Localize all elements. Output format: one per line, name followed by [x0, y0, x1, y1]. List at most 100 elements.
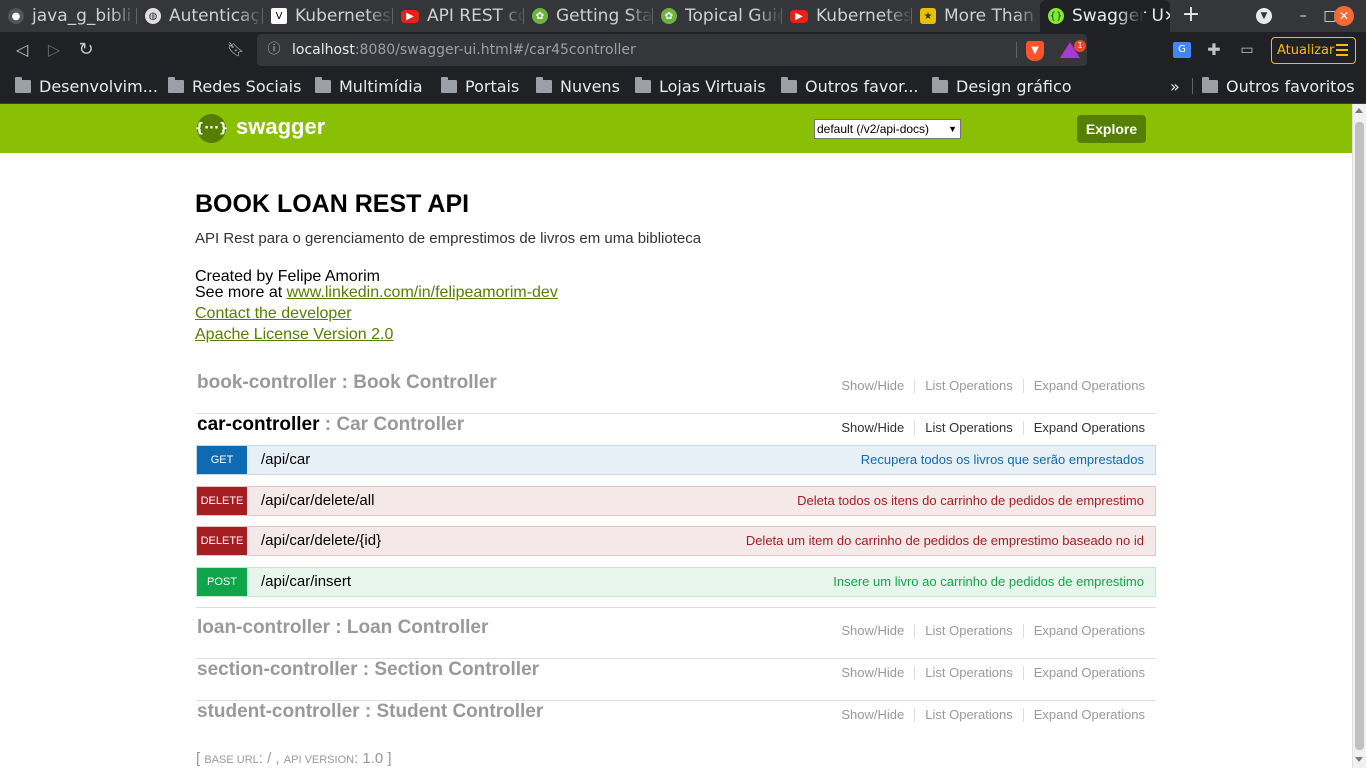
resource-operations: Show/Hide List Operations Expand Operati… — [831, 665, 1145, 680]
endpoint-summary[interactable]: Recupera todos os livros que serão empre… — [861, 452, 1144, 467]
bookmark-redes-sociais[interactable]: Redes Sociais — [168, 76, 301, 96]
wallet-icon[interactable]: ▭ — [1237, 40, 1257, 60]
tab-topical-guide[interactable]: ✿ Topical Guid — [653, 0, 782, 32]
bookmark-multimidia[interactable]: Multimídia — [315, 76, 423, 96]
rewards-badge: 1 — [1074, 40, 1086, 52]
expand-operations-link[interactable]: Expand Operations — [1024, 707, 1145, 722]
linkedin-link[interactable]: www.linkedin.com/in/felipeamorim-dev — [287, 284, 558, 301]
resource-title[interactable]: student-controller : Student Controller — [197, 701, 543, 723]
site-info-icon[interactable]: ⓘ — [264, 40, 284, 60]
endpoint-path[interactable]: /api/car/delete/{id} — [261, 532, 381, 549]
resource-section-controller: section-controller : Section Controller … — [196, 659, 1156, 701]
tab-autenticacao[interactable]: ◍ Autenticaçã — [137, 0, 263, 32]
bookmark-lojas-virtuais[interactable]: Lojas Virtuais — [635, 76, 766, 96]
endpoint-summary[interactable]: Deleta um item do carrinho de pedidos de… — [746, 533, 1144, 548]
list-operations-link[interactable]: List Operations — [915, 665, 1022, 680]
list-operations-link[interactable]: List Operations — [915, 378, 1022, 393]
method-badge[interactable]: DELETE — [197, 527, 247, 555]
youtube-icon: ▶ — [790, 9, 808, 23]
endpoint-path[interactable]: /api/car/delete/all — [261, 492, 374, 509]
tab-kubernetes-1[interactable]: V Kubernetes — [263, 0, 393, 32]
folder-icon — [15, 76, 31, 93]
list-operations-link[interactable]: List Operations — [915, 420, 1022, 435]
brave-shield-icon[interactable]: ▼ — [1026, 41, 1044, 61]
translate-icon[interactable]: G — [1173, 42, 1191, 58]
list-operations-link[interactable]: List Operations — [915, 707, 1022, 722]
bookmark-outros-favoritos[interactable]: Outros favoritos — [1202, 76, 1355, 96]
endpoint-get-api-car[interactable]: GET /api/car Recupera todos os livros qu… — [196, 445, 1156, 475]
resource-operations: Show/Hide List Operations Expand Operati… — [831, 623, 1145, 638]
endpoint-delete-all[interactable]: DELETE /api/car/delete/all Deleta todos … — [196, 486, 1156, 516]
update-label: Atualizar — [1277, 43, 1335, 58]
minimize-icon[interactable]: – — [1292, 0, 1314, 32]
expand-operations-link[interactable]: Expand Operations — [1024, 420, 1145, 435]
resource-title[interactable]: section-controller : Section Controller — [197, 659, 539, 681]
see-more: See more at www.linkedin.com/in/felipeam… — [195, 284, 558, 301]
show-hide-link[interactable]: Show/Hide — [831, 623, 914, 638]
resource-operations: Show/Hide List Operations Expand Operati… — [831, 378, 1145, 393]
contact-developer-link[interactable]: Contact the developer — [195, 305, 352, 323]
swagger-logo-icon[interactable]: {···} — [195, 114, 228, 143]
license-link[interactable]: Apache License Version 2.0 — [195, 326, 393, 344]
tab-getting-started[interactable]: ✿ Getting Star — [524, 0, 653, 32]
explore-button[interactable]: Explore — [1077, 115, 1146, 143]
folder-icon — [441, 76, 457, 93]
resource-title[interactable]: car-controller : Car Controller — [197, 414, 464, 436]
bookmark-desenvolvimento[interactable]: Desenvolvim... — [15, 76, 158, 96]
github-icon: ● — [8, 8, 24, 24]
close-tab-icon[interactable]: ✕ — [1164, 7, 1170, 25]
method-badge[interactable]: GET — [197, 446, 247, 474]
endpoint-summary[interactable]: Deleta todos os itens do carrinho de ped… — [797, 493, 1144, 508]
expand-operations-link[interactable]: Expand Operations — [1024, 623, 1145, 638]
tab-java-g-bibli[interactable]: ● java_g_bibli — [0, 0, 137, 32]
show-hide-link[interactable]: Show/Hide — [831, 378, 914, 393]
show-hide-link[interactable]: Show/Hide — [831, 707, 914, 722]
bookmark-icon[interactable]: 🔖︎ — [226, 40, 246, 60]
bookmark-portais[interactable]: Portais — [441, 76, 519, 96]
update-button[interactable]: Atualizar — [1271, 37, 1356, 64]
api-definition-select[interactable]: default (/v2/api-docs) ▼ — [814, 119, 961, 139]
endpoint-delete-by-id[interactable]: DELETE /api/car/delete/{id} Deleta um it… — [196, 526, 1156, 556]
globe-icon: ◍ — [145, 8, 161, 24]
extensions-icon[interactable]: ✚ — [1204, 40, 1224, 60]
bookmark-nuvens[interactable]: Nuvens — [536, 76, 620, 96]
show-hide-link[interactable]: Show/Hide — [831, 420, 914, 435]
expand-operations-link[interactable]: Expand Operations — [1024, 665, 1145, 680]
tab-more-than[interactable]: ★ More Than V — [912, 0, 1040, 32]
endpoint-post-insert[interactable]: POST /api/car/insert Insere um livro ao … — [196, 567, 1156, 597]
folder-icon — [168, 76, 184, 93]
api-footer: [ base url: / , api version: 1.0 ] — [196, 750, 392, 767]
list-operations-link[interactable]: List Operations — [915, 623, 1022, 638]
method-badge[interactable]: DELETE — [197, 487, 247, 515]
method-badge[interactable]: POST — [197, 568, 247, 596]
tab-api-rest[interactable]: ▶ API REST co — [393, 0, 524, 32]
scroll-thumb[interactable] — [1355, 122, 1364, 750]
scroll-down-icon[interactable] — [1355, 757, 1363, 762]
bookmark-design-grafico[interactable]: Design gráfico — [932, 76, 1072, 96]
bookmarks-overflow-icon[interactable]: » — [1170, 76, 1180, 96]
url-text[interactable]: localhost:8080/swagger-ui.html#/car45con… — [292, 42, 636, 58]
resource-title[interactable]: loan-controller : Loan Controller — [197, 617, 488, 639]
bookmark-outros-favor[interactable]: Outros favor... — [781, 76, 919, 96]
tab-strip: ● java_g_bibli ◍ Autenticaçã V Kubernete… — [0, 0, 1366, 32]
resource-operations: Show/Hide List Operations Expand Operati… — [831, 420, 1145, 435]
forward-icon[interactable]: ▷ — [44, 40, 64, 60]
tab-search-icon[interactable]: ▼ — [1252, 0, 1276, 32]
new-tab-button[interactable]: + — [1180, 4, 1202, 26]
resource-title[interactable]: book-controller : Book Controller — [197, 372, 497, 394]
expand-operations-link[interactable]: Expand Operations — [1024, 378, 1145, 393]
reload-icon[interactable]: ↻ — [76, 40, 96, 60]
scroll-up-icon[interactable] — [1355, 108, 1363, 113]
show-hide-link[interactable]: Show/Hide — [831, 665, 914, 680]
close-window-icon[interactable]: ✕ — [1333, 0, 1355, 32]
back-icon[interactable]: ◁ — [12, 40, 32, 60]
endpoint-path[interactable]: /api/car — [261, 451, 310, 468]
endpoint-path[interactable]: /api/car/insert — [261, 573, 351, 590]
tab-kubernetes-2[interactable]: ▶ Kubernetes — [782, 0, 912, 32]
tab-swagger[interactable]: {} Swagger U ✕ — [1040, 0, 1170, 32]
chevron-down-icon: ▼ — [948, 124, 957, 134]
swagger-logo-text[interactable]: swagger — [236, 114, 325, 140]
base-url-label: base url — [204, 754, 259, 766]
endpoint-summary[interactable]: Insere um livro ao carrinho de pedidos d… — [833, 574, 1144, 589]
resource-loan-controller: loan-controller : Loan Controller Show/H… — [196, 617, 1156, 659]
